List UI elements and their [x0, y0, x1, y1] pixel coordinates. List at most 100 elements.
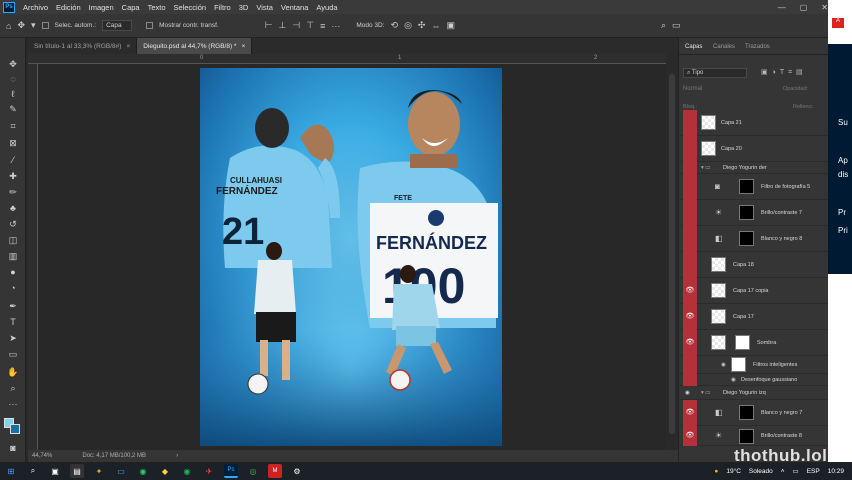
type-tool-icon[interactable]: T [6, 316, 20, 328]
quick-select-tool-icon[interactable]: ✎ [6, 103, 20, 115]
pen-tool-icon[interactable]: ✒ [6, 300, 20, 312]
menu-seleccion[interactable]: Selección [170, 3, 211, 12]
gradient-tool-icon[interactable]: ▥ [6, 250, 20, 262]
visibility-toggle[interactable] [683, 355, 697, 374]
layer-row[interactable]: 👁 Sombra [679, 329, 829, 356]
eye-icon[interactable]: ◉ [731, 377, 736, 383]
layer-row[interactable]: Capa 18 [679, 251, 829, 278]
close-icon[interactable]: × [241, 43, 245, 50]
roll-3d-icon[interactable]: ◎ [404, 20, 412, 31]
task-view-icon[interactable]: ▣ [48, 464, 62, 478]
layer-row[interactable]: ◙ Filtro de fotografía 5 [679, 173, 829, 200]
orbit-3d-icon[interactable]: ⟲ [391, 20, 399, 31]
move-tool-icon[interactable]: ✥ [6, 58, 20, 70]
shape-tool-icon[interactable]: ▭ [6, 348, 20, 360]
visibility-toggle[interactable]: 👁 [683, 329, 697, 356]
chevron-right-icon[interactable]: › [176, 453, 178, 459]
align-left-icon[interactable]: ⊢ [265, 20, 273, 31]
layer-row[interactable]: 👁 Capa 17 [679, 303, 829, 330]
auto-select-dropdown[interactable]: Capa [102, 20, 133, 31]
menu-archivo[interactable]: Archivo [19, 3, 52, 12]
tab-document-1[interactable]: Sin título-1 al 33,3% (RGB/8#) × [28, 38, 138, 54]
visibility-toggle[interactable]: 👁 [683, 425, 697, 446]
pan-3d-icon[interactable]: ✣ [418, 20, 426, 31]
app-icon[interactable]: M [268, 464, 282, 478]
layer-group-row[interactable]: ▾ ▭ Diego Yogurin der [679, 161, 829, 174]
eye-icon[interactable]: ◉ [721, 362, 726, 368]
layer-row[interactable]: 👁 Capa 17 copia [679, 277, 829, 304]
visibility-toggle[interactable] [683, 161, 697, 174]
files-icon[interactable]: ▭ [114, 464, 128, 478]
clock[interactable]: 10:29 [828, 468, 844, 475]
frame-tool-icon[interactable]: ⊠ [6, 137, 20, 149]
menu-3d[interactable]: 3D [235, 3, 253, 12]
tab-document-2[interactable]: Dieguito.psd al 44,7% (RGB/8) * × [137, 38, 253, 54]
filter-icons[interactable]: ▣◑T⌗▤ [761, 68, 827, 78]
visibility-toggle[interactable] [683, 225, 697, 252]
visibility-toggle[interactable] [683, 373, 697, 386]
network-icon[interactable]: ▭ [793, 467, 799, 475]
app-icon[interactable]: A [832, 18, 844, 28]
search-icon[interactable]: ⌕ [26, 464, 40, 478]
whatsapp-icon[interactable]: ◉ [136, 464, 150, 478]
hand-tool-icon[interactable]: ✋ [6, 366, 20, 378]
visibility-toggle[interactable] [683, 173, 697, 200]
layer-row[interactable]: 👁 ◧ Blanco y negro 7 [679, 399, 829, 426]
windows-start-icon[interactable]: ⊞ [4, 464, 18, 478]
auto-select-checkbox[interactable] [41, 22, 49, 29]
stamp-tool-icon[interactable]: ♣ [6, 202, 20, 214]
layer-row[interactable]: Capa 21 [679, 109, 829, 136]
workspace-icon[interactable]: ▭ [672, 20, 681, 31]
layer-row[interactable]: ◧ Blanco y negro 8 [679, 225, 829, 252]
chevron-up-icon[interactable]: ˄ [781, 468, 785, 475]
brush-tool-icon[interactable]: ✏ [6, 186, 20, 198]
menu-imagen[interactable]: Imagen [85, 3, 118, 12]
crop-tool-icon[interactable]: ⌗ [6, 120, 20, 132]
spotify-icon[interactable]: ◉ [180, 464, 194, 478]
dodge-tool-icon[interactable]: ◔ [6, 282, 20, 294]
chevron-down-icon[interactable]: ▾ [31, 20, 36, 31]
layer-row[interactable]: 👁 ☀ Brillo/contraste 8 [679, 425, 829, 446]
layer-group-row[interactable]: ◉ ▾ ▭ Diego Yogurin izq [679, 386, 829, 400]
ruler-vertical[interactable] [28, 64, 38, 450]
zoom-level[interactable]: 44,74% [32, 453, 52, 459]
path-select-tool-icon[interactable]: ➤ [6, 332, 20, 344]
visibility-toggle[interactable] [683, 135, 697, 162]
menu-vista[interactable]: Vista [252, 3, 277, 12]
visibility-toggle[interactable] [683, 199, 697, 226]
close-icon[interactable]: × [126, 43, 130, 50]
quick-mask-icon[interactable]: ◙ [6, 442, 20, 454]
vertical-scrollbar[interactable] [666, 54, 678, 450]
ruler-horizontal[interactable]: 0 1 2 [28, 54, 678, 64]
visibility-toggle[interactable] [683, 251, 697, 278]
layer-row[interactable]: ☀ Brillo/contraste 7 [679, 199, 829, 226]
menu-ayuda[interactable]: Ayuda [312, 3, 341, 12]
settings-icon[interactable]: ⚙ [290, 464, 304, 478]
align-middle-icon[interactable]: ≡ [320, 21, 325, 31]
layer-row[interactable]: Capa 20 [679, 135, 829, 162]
marquee-tool-icon[interactable]: ◌ [6, 73, 20, 85]
visibility-toggle[interactable]: 👁 [683, 303, 697, 330]
blur-tool-icon[interactable]: ● [6, 266, 20, 278]
lasso-tool-icon[interactable]: ℓ [6, 88, 20, 100]
app-icon[interactable]: ✈ [202, 464, 216, 478]
background-color-swatch[interactable] [10, 424, 20, 434]
align-top-icon[interactable]: ⊤ [306, 20, 314, 31]
chrome-icon[interactable]: ◎ [246, 464, 260, 478]
show-transform-checkbox[interactable] [146, 22, 154, 29]
move-tool-icon[interactable]: ✥ [17, 20, 25, 31]
visibility-toggle[interactable]: 👁 [683, 399, 697, 426]
visibility-toggle[interactable] [683, 109, 697, 136]
photoshop-taskbar-icon[interactable]: Ps [224, 464, 238, 478]
menu-edicion[interactable]: Edición [52, 3, 85, 12]
align-right-icon[interactable]: ⊣ [292, 20, 300, 31]
close-icon[interactable]: ✕ [821, 3, 828, 12]
slide-3d-icon[interactable]: ⇔ [431, 21, 440, 31]
zoom-tool-icon[interactable]: ⌕ [6, 382, 20, 394]
visibility-toggle[interactable]: 👁 [683, 277, 697, 304]
more-options-icon[interactable]: ··· [331, 21, 340, 31]
minimize-icon[interactable]: — [778, 3, 786, 12]
eyedropper-tool-icon[interactable]: ⁄ [6, 154, 20, 166]
maximize-icon[interactable]: ▢ [800, 3, 808, 12]
weather-temp[interactable]: 19°C [726, 468, 741, 475]
